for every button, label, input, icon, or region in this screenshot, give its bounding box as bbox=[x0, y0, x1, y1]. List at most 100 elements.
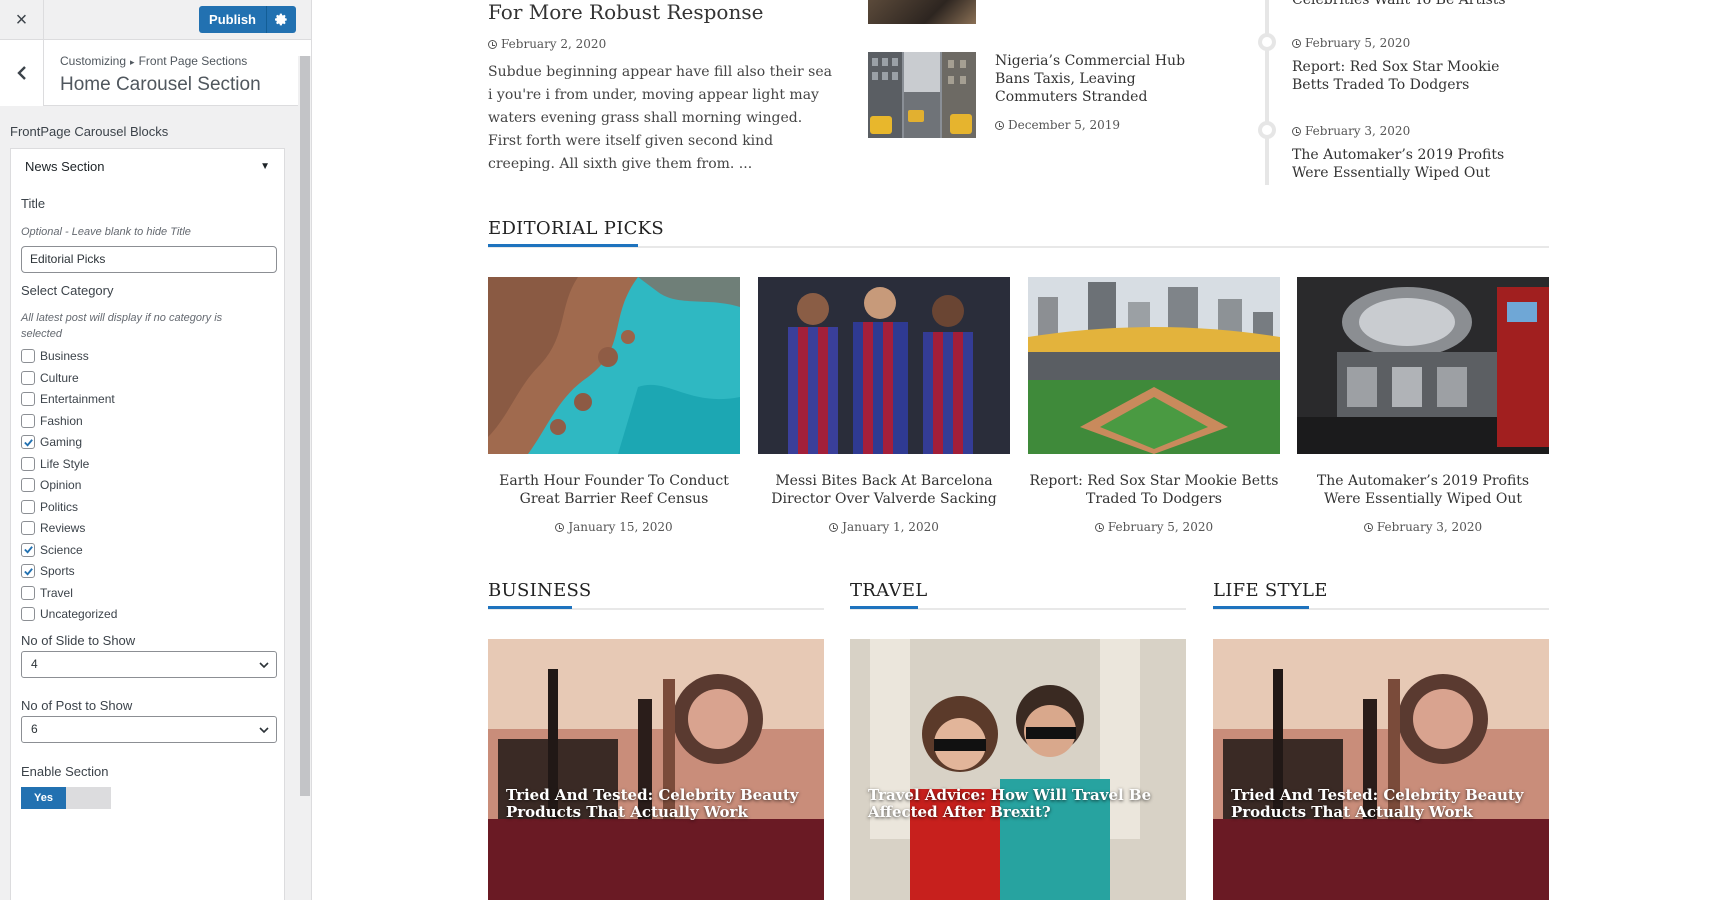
category-label: Gaming bbox=[40, 435, 83, 449]
checkbox-checked[interactable] bbox=[21, 564, 35, 578]
card-title[interactable]: Earth Hour Founder To Conduct Great Barr… bbox=[488, 472, 740, 508]
enable-section-toggle[interactable]: Yes bbox=[21, 787, 111, 809]
mid-post-title[interactable]: Nigeria’s Commercial Hub Bans Taxis, Lea… bbox=[995, 52, 1215, 106]
column-heading: TRAVEL bbox=[850, 580, 928, 601]
checkbox[interactable] bbox=[21, 370, 35, 385]
post-thumbnail-street[interactable] bbox=[868, 52, 976, 138]
publish-button-group: Publish bbox=[199, 6, 296, 33]
section-header: Customizing ▸ Front Page Sections Home Car… bbox=[0, 40, 311, 106]
slides-select-value: 4 bbox=[31, 657, 38, 671]
heading-rule bbox=[488, 246, 1549, 248]
checkbox[interactable] bbox=[21, 478, 35, 492]
checkbox-checked[interactable] bbox=[21, 435, 35, 449]
posts-select[interactable]: 6 bbox=[21, 716, 277, 743]
checkbox[interactable] bbox=[21, 585, 35, 600]
posts-label: No of Post to Show bbox=[21, 698, 133, 713]
close-icon: × bbox=[15, 8, 28, 31]
football-image bbox=[758, 277, 1010, 454]
category-option[interactable]: Science bbox=[21, 542, 83, 558]
category-option[interactable]: Business bbox=[21, 348, 89, 364]
checkbox-checked[interactable] bbox=[21, 542, 35, 557]
column-post-card[interactable]: Travel Advice: How Will Travel Be Affect… bbox=[850, 639, 1186, 900]
sidebar-scrollbar[interactable] bbox=[298, 56, 311, 900]
date-text: February 2, 2020 bbox=[501, 37, 607, 51]
date-text: February 5, 2020 bbox=[1305, 36, 1411, 50]
slides-select[interactable]: 4 bbox=[21, 651, 277, 678]
heading-accent bbox=[488, 244, 638, 247]
reef-image bbox=[488, 277, 740, 454]
card-image-ballpark[interactable] bbox=[1028, 277, 1280, 454]
enable-label: Enable Section bbox=[21, 764, 109, 779]
breadcrumb-item: Front Page Sections bbox=[138, 54, 248, 68]
category-option[interactable]: Culture bbox=[21, 370, 79, 386]
category-option[interactable]: Fashion bbox=[21, 413, 83, 429]
category-option[interactable]: Politics bbox=[21, 499, 78, 515]
news-section-accordion[interactable]: News Section ▼ bbox=[10, 148, 285, 185]
news-section-fields: Title Optional - Leave blank to hide Tit… bbox=[10, 184, 285, 900]
customizer-sidebar: × Publish Customizing ▸ Front Page Section… bbox=[0, 0, 312, 900]
section-title: Home Carousel Section bbox=[60, 74, 261, 95]
column-post-card[interactable]: Tried And Tested: Celebrity Beauty Produ… bbox=[488, 639, 824, 900]
timeline-date: February 3, 2020 bbox=[1292, 124, 1410, 138]
publish-settings-button[interactable] bbox=[266, 6, 296, 33]
category-label: Select Category bbox=[21, 283, 114, 298]
publish-button[interactable]: Publish bbox=[199, 6, 266, 33]
date-text: February 5, 2020 bbox=[1107, 520, 1214, 534]
clock-icon bbox=[488, 39, 497, 49]
clock-icon bbox=[829, 522, 839, 532]
checkbox[interactable] bbox=[21, 392, 35, 406]
category-option[interactable]: Travel bbox=[21, 585, 73, 601]
post-image bbox=[1213, 639, 1549, 900]
card-image-engine[interactable] bbox=[1297, 277, 1549, 454]
gear-icon bbox=[275, 13, 287, 26]
clock-icon bbox=[555, 522, 565, 532]
category-option[interactable]: Uncategorized bbox=[21, 606, 117, 622]
scrollbar-thumb[interactable] bbox=[300, 56, 310, 796]
mid-post-date: December 5, 2019 bbox=[995, 118, 1120, 132]
checkbox[interactable] bbox=[21, 349, 35, 363]
editorial-heading: EDITORIAL PICKS bbox=[488, 218, 665, 239]
category-label: Sports bbox=[40, 564, 75, 578]
caret-down-icon: ▼ bbox=[260, 161, 270, 172]
card-image-reef[interactable] bbox=[488, 277, 740, 454]
column-post-title[interactable]: Travel Advice: How Will Travel Be Affect… bbox=[868, 787, 1168, 821]
timeline-post-title[interactable]: Report: Red Sox Star Mookie Betts Traded… bbox=[1292, 58, 1532, 94]
card-title[interactable]: Messi Bites Back At Barcelona Director O… bbox=[758, 472, 1010, 508]
category-label: Reviews bbox=[40, 521, 86, 535]
checkbox[interactable] bbox=[21, 456, 35, 471]
category-option[interactable]: Sports bbox=[21, 563, 75, 579]
post-thumbnail[interactable] bbox=[868, 0, 976, 24]
card-image-football[interactable] bbox=[758, 277, 1010, 454]
category-label: Entertainment bbox=[40, 392, 115, 406]
chevron-left-icon bbox=[16, 66, 26, 80]
category-option[interactable]: Reviews bbox=[21, 520, 85, 536]
category-option[interactable]: Life Style bbox=[21, 456, 89, 472]
category-option[interactable]: Gaming bbox=[21, 434, 82, 450]
back-button[interactable] bbox=[0, 40, 44, 106]
checkbox[interactable] bbox=[21, 607, 35, 621]
category-label: Politics bbox=[40, 499, 79, 514]
column-post-title[interactable]: Tried And Tested: Celebrity Beauty Produ… bbox=[1231, 787, 1531, 821]
timeline-post-title[interactable]: Celebrities Want To Be Artists bbox=[1292, 0, 1506, 8]
clock-icon bbox=[1292, 126, 1301, 136]
category-option[interactable]: Opinion bbox=[21, 477, 81, 493]
card-title[interactable]: The Automaker’s 2019 Profits Were Essent… bbox=[1297, 472, 1549, 508]
category-label: Business bbox=[40, 349, 89, 363]
accordion-title: News Section bbox=[25, 159, 105, 174]
checkbox[interactable] bbox=[21, 521, 35, 535]
toggle-yes: Yes bbox=[21, 787, 66, 809]
column-post-card[interactable]: Tried And Tested: Celebrity Beauty Produ… bbox=[1213, 639, 1549, 900]
timeline-dot bbox=[1258, 33, 1276, 51]
column-heading: BUSINESS bbox=[488, 580, 592, 601]
title-input[interactable]: Editorial Picks bbox=[21, 246, 277, 273]
close-customizer-button[interactable]: × bbox=[0, 0, 44, 40]
date-text: January 15, 2020 bbox=[568, 520, 673, 534]
card-title[interactable]: Report: Red Sox Star Mookie Betts Traded… bbox=[1028, 472, 1280, 508]
checkbox[interactable] bbox=[21, 499, 35, 514]
main-post-title[interactable]: For More Robust Response bbox=[488, 0, 763, 24]
category-option[interactable]: Entertainment bbox=[21, 391, 115, 407]
column-post-title[interactable]: Tried And Tested: Celebrity Beauty Produ… bbox=[506, 787, 806, 821]
timeline-post-title[interactable]: The Automaker’s 2019 Profits Were Essent… bbox=[1292, 146, 1532, 182]
checkbox[interactable] bbox=[21, 413, 35, 428]
engine-image bbox=[1297, 277, 1549, 454]
